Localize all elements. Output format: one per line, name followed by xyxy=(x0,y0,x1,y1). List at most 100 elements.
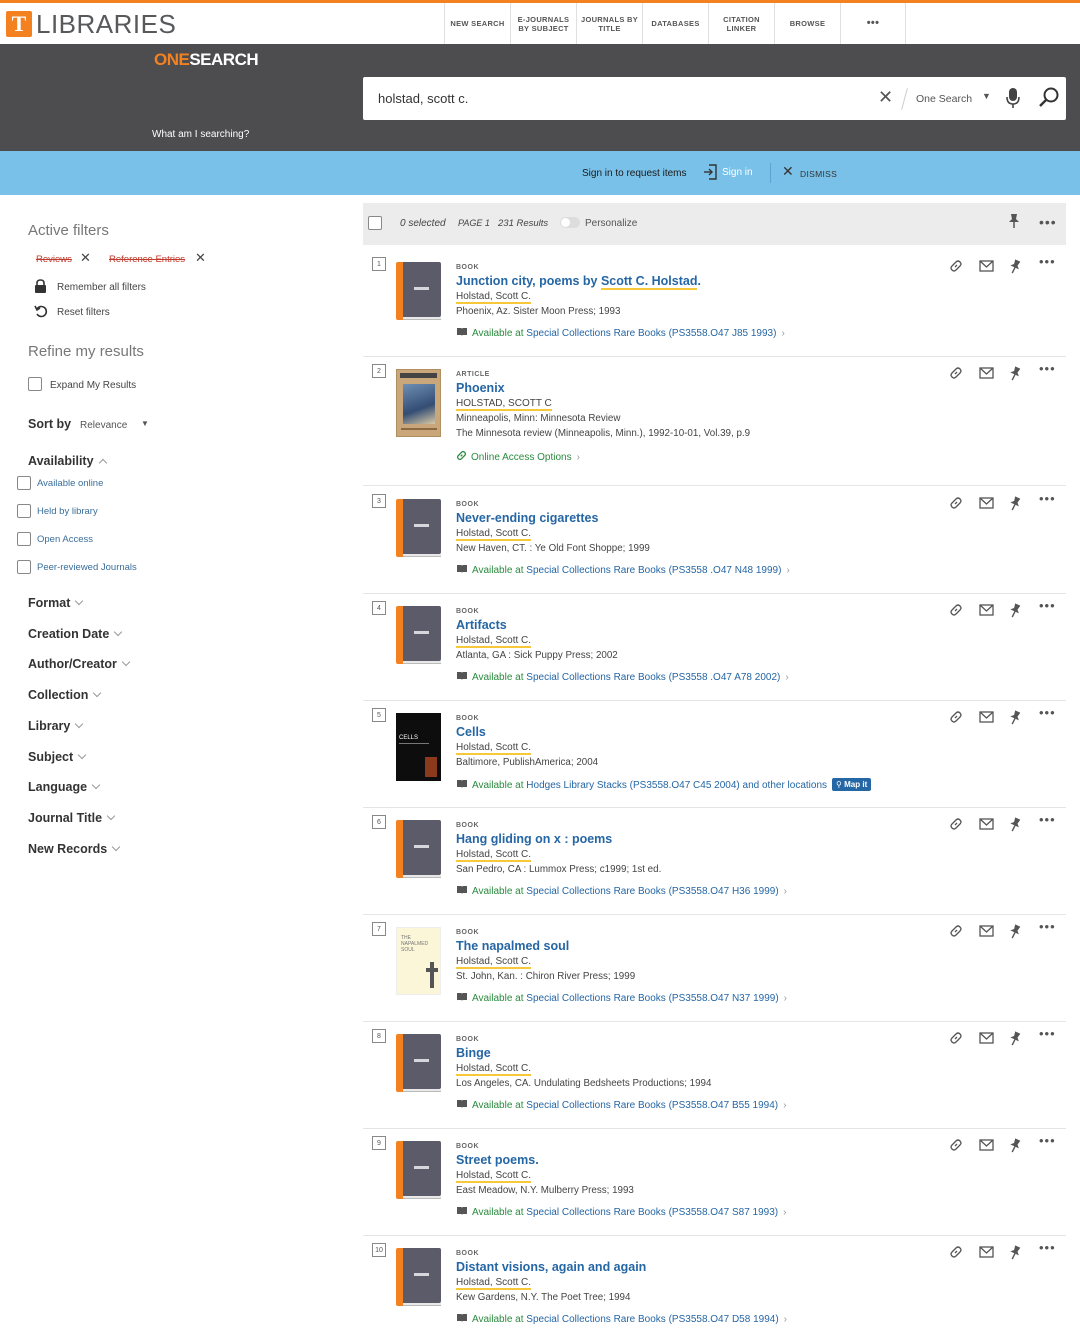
availability-link[interactable]: Available at Special Collections Rare Bo… xyxy=(456,327,785,340)
permalink-icon[interactable] xyxy=(949,259,979,273)
facet-subject[interactable]: Subject xyxy=(28,750,87,764)
map-it-button[interactable]: ⚲ Map it xyxy=(832,778,872,791)
permalink-icon[interactable] xyxy=(949,924,979,938)
pin-icon[interactable] xyxy=(1009,1245,1039,1260)
availability-checkbox[interactable] xyxy=(17,504,31,518)
expand-results-checkbox[interactable] xyxy=(28,377,42,391)
result-thumbnail[interactable] xyxy=(396,1034,441,1092)
pin-icon[interactable] xyxy=(1009,710,1039,725)
result-title-link[interactable]: Hang gliding on x : poems xyxy=(456,832,612,846)
nav-item-browse[interactable]: BROWSE xyxy=(774,3,840,44)
result-author-link[interactable]: Holstad, Scott C. xyxy=(456,849,532,862)
result-item[interactable]: 5 CELLS BOOK Cells Holstad, Scott C. Baltimor… xyxy=(363,701,1066,808)
availability-link[interactable]: Available at Special Collections Rare Bo… xyxy=(456,1099,786,1112)
result-thumbnail[interactable] xyxy=(396,820,441,878)
availability-option-label[interactable]: Available online xyxy=(37,478,103,489)
more-options-icon[interactable]: ••• xyxy=(1039,1240,1069,1255)
email-icon[interactable] xyxy=(979,259,1009,273)
result-item[interactable]: 4 BOOK Artifacts Holstad, Scott C. Atlanta, … xyxy=(363,594,1066,701)
availability-link[interactable]: Available at Special Collections Rare Bo… xyxy=(456,564,790,577)
result-item[interactable]: 2 ARTICLE Phoenix HOLSTAD, SCOTT C Minneapol… xyxy=(363,357,1066,486)
result-number[interactable]: 7 xyxy=(372,922,386,936)
dismiss-button[interactable]: DISMISS xyxy=(800,169,837,179)
search-scope-select[interactable]: One Search xyxy=(916,93,972,105)
result-item[interactable]: 7 THE NAPALMED SOUL BOOK The napalmed soul H… xyxy=(363,915,1066,1022)
pin-icon[interactable] xyxy=(1009,496,1039,511)
result-number[interactable]: 6 xyxy=(372,815,386,829)
more-options-icon[interactable]: ••• xyxy=(1039,361,1069,376)
caret-down-icon[interactable]: ▼ xyxy=(982,91,991,101)
result-item[interactable]: 1 BOOK Junction city, poems by Scott C. Ho… xyxy=(363,250,1066,357)
remember-filters-button[interactable]: Remember all filters xyxy=(57,282,146,293)
result-number[interactable]: 9 xyxy=(372,1136,386,1150)
nav-item-journals-by-title[interactable]: JOURNALS BY TITLE xyxy=(576,3,642,44)
availability-link[interactable]: Available at Hodges Library Stacks (PS35… xyxy=(456,778,872,792)
facet-author-creator[interactable]: Author/Creator xyxy=(28,657,131,671)
result-number[interactable]: 4 xyxy=(372,601,386,615)
facet-journal-title[interactable]: Journal Title xyxy=(28,811,116,825)
facet-format[interactable]: Format xyxy=(28,596,84,610)
clear-search-icon[interactable]: ✕ xyxy=(878,87,893,108)
result-title-link[interactable]: Phoenix xyxy=(456,381,505,395)
pin-icon[interactable] xyxy=(1009,817,1039,832)
more-options-icon[interactable]: ••• xyxy=(1039,919,1069,934)
result-thumbnail[interactable] xyxy=(396,1248,441,1306)
facet-library[interactable]: Library xyxy=(28,719,84,733)
result-author-link[interactable]: Holstad, Scott C. xyxy=(456,742,532,755)
sign-in-icon[interactable] xyxy=(704,164,718,185)
pin-icon[interactable] xyxy=(1009,603,1039,618)
availability-facet[interactable]: Availability xyxy=(28,454,107,468)
availability-checkbox[interactable] xyxy=(17,560,31,574)
nav-more-button[interactable]: ••• xyxy=(840,3,906,44)
microphone-icon[interactable] xyxy=(1006,87,1020,114)
result-item[interactable]: 8 BOOK Binge Holstad, Scott C. Los Angeles, … xyxy=(363,1022,1066,1129)
onesearch-logo[interactable]: ONESEARCH xyxy=(154,50,259,70)
online-access-link[interactable]: Online Access Options › xyxy=(456,450,580,464)
result-thumbnail[interactable]: THE NAPALMED SOUL xyxy=(396,927,441,995)
pin-icon[interactable] xyxy=(1009,924,1039,939)
pin-icon[interactable] xyxy=(1009,366,1039,381)
result-number[interactable]: 5 xyxy=(372,708,386,722)
sort-caret-icon[interactable]: ▼ xyxy=(141,419,149,428)
result-author-link[interactable]: Holstad, Scott C. xyxy=(456,635,532,648)
result-number[interactable]: 8 xyxy=(372,1029,386,1043)
sign-in-button[interactable]: Sign in xyxy=(722,167,753,178)
dismiss-icon[interactable]: ✕ xyxy=(782,163,794,180)
result-author-link[interactable]: HOLSTAD, SCOTT C xyxy=(456,398,552,411)
availability-link[interactable]: Available at Special Collections Rare Bo… xyxy=(456,885,787,898)
more-options-icon[interactable]: ••• xyxy=(1039,812,1069,827)
result-thumbnail[interactable] xyxy=(396,1141,441,1199)
email-icon[interactable] xyxy=(979,1031,1009,1045)
nav-item-databases[interactable]: DATABASES xyxy=(642,3,708,44)
result-item[interactable]: 10 BOOK Distant visions, again and again Ho… xyxy=(363,1236,1066,1332)
result-thumbnail[interactable]: CELLS xyxy=(396,713,441,781)
result-title-link[interactable]: Artifacts xyxy=(456,618,507,632)
result-thumbnail[interactable] xyxy=(396,262,441,320)
permalink-icon[interactable] xyxy=(949,1031,979,1045)
libraries-logo[interactable]: T LIBRARIES xyxy=(6,9,176,39)
more-options-icon[interactable]: ••• xyxy=(1039,1133,1069,1148)
more-options-icon[interactable]: ••• xyxy=(1039,491,1069,506)
more-options-icon[interactable]: ••• xyxy=(1039,254,1069,269)
more-options-icon[interactable]: ••• xyxy=(1039,1026,1069,1041)
permalink-icon[interactable] xyxy=(949,603,979,617)
nav-item-e-journals-by-subject[interactable]: E-JOURNALS BY SUBJECT xyxy=(510,3,576,44)
result-item[interactable]: 3 BOOK Never-ending cigarettes Holstad, Sco… xyxy=(363,487,1066,594)
result-title-link[interactable]: The napalmed soul xyxy=(456,939,569,953)
remove-filter-icon[interactable]: ✕ xyxy=(80,250,91,266)
more-options-icon[interactable]: ••• xyxy=(1039,214,1057,230)
what-am-i-searching-link[interactable]: What am I searching? xyxy=(152,129,249,140)
reset-filters-button[interactable]: Reset filters xyxy=(57,307,110,318)
result-title-link[interactable]: Junction city, poems by Scott C. Holstad… xyxy=(456,274,701,290)
result-item[interactable]: 6 BOOK Hang gliding on x : poems Holstad, S… xyxy=(363,808,1066,915)
availability-option-label[interactable]: Held by library xyxy=(37,506,98,517)
permalink-icon[interactable] xyxy=(949,496,979,510)
search-icon[interactable] xyxy=(1038,86,1060,113)
filter-chip-reviews[interactable]: Reviews xyxy=(36,254,72,265)
filter-chip-reference-entries[interactable]: Reference Entries xyxy=(109,254,185,265)
more-options-icon[interactable]: ••• xyxy=(1039,705,1069,720)
result-author-link[interactable]: Holstad, Scott C. xyxy=(456,291,532,304)
result-thumbnail[interactable] xyxy=(396,499,441,557)
nav-item-citation-linker[interactable]: CITATION LINKER xyxy=(708,3,774,44)
pin-icon[interactable] xyxy=(1009,1031,1039,1046)
